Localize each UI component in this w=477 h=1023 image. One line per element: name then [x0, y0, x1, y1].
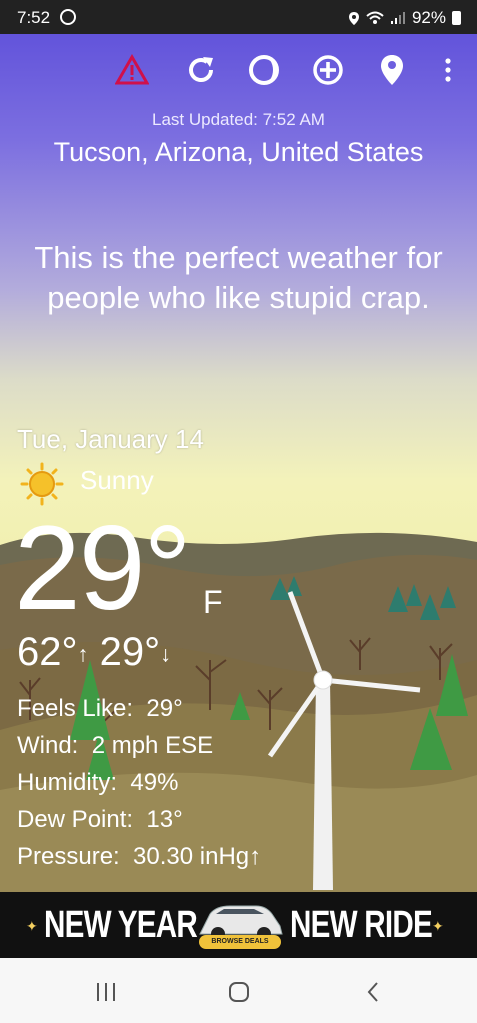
detail-value: 30.30 inHg↑: [133, 843, 262, 870]
map-pin-icon[interactable]: [374, 52, 410, 88]
dew-point-row: Dew Point: 13°: [17, 801, 261, 838]
location-title: Tucson, Arizona, United States: [53, 137, 424, 167]
alert-icon[interactable]: [114, 52, 150, 88]
moon-phase-icon[interactable]: [246, 52, 282, 88]
high-low: 62°↑ 29°↓: [17, 630, 171, 675]
sparkle-icon: ✦: [432, 918, 444, 934]
detail-label: Dew Point:: [17, 806, 134, 833]
current-temperature: 29°: [14, 501, 191, 635]
more-vert-icon[interactable]: [430, 52, 466, 88]
condition-label: Sunny: [80, 465, 154, 495]
detail-label: Humidity:: [17, 769, 118, 796]
sparkle-icon: ✦: [26, 918, 38, 934]
humidity-row: Humidity: 49%: [17, 764, 261, 801]
signal-icon: [390, 12, 405, 24]
feels-like-row: Feels Like: 29°: [17, 690, 261, 727]
high-temp: 62°: [17, 630, 78, 674]
weather-screen: Last Updated: 7:52 AM Tucson, Arizona, U…: [0, 0, 477, 958]
back-icon[interactable]: [353, 978, 393, 1006]
detail-value: 49%: [130, 769, 179, 796]
weather-quip: This is the perfect weather for people w…: [34, 240, 443, 315]
detail-label: Feels Like:: [17, 695, 134, 722]
pressure-row: Pressure: 30.30 inHg↑: [17, 838, 261, 875]
ad-right-text: NEW RIDE: [290, 904, 433, 946]
temperature-unit: F: [203, 584, 223, 620]
high-arrow: ↑: [77, 641, 89, 667]
banner-ad[interactable]: ✦ NEW YEAR BROWSE DEALS NEW RIDE ✦: [0, 892, 477, 958]
battery-percent: 92%: [411, 8, 446, 27]
status-icons: 92%: [348, 8, 461, 28]
status-bar: 7:52 92%: [0, 0, 477, 34]
forecast-date: Tue, January 14: [17, 424, 204, 454]
last-updated: Last Updated: 7:52 AM: [152, 110, 325, 129]
low-temp: 29°: [99, 630, 161, 674]
location-icon: [348, 11, 359, 25]
detail-value: 13°: [146, 806, 183, 833]
weather-details: Feels Like: 29° Wind: 2 mph ESE Humidity…: [17, 690, 261, 875]
ad-left-text: NEW YEAR: [44, 904, 198, 946]
low-arrow: ↓: [160, 641, 172, 667]
recent-apps-icon[interactable]: [86, 978, 126, 1006]
browse-deals-button[interactable]: BROWSE DEALS: [199, 935, 281, 949]
detail-label: Wind:: [17, 732, 79, 759]
toolbar: [0, 52, 477, 92]
system-nav-bar: [0, 958, 477, 1023]
battery-icon: [452, 11, 461, 25]
sync-icon: [60, 9, 76, 25]
refresh-icon[interactable]: [183, 52, 219, 88]
wind-row: Wind: 2 mph ESE: [17, 727, 261, 764]
clock: 7:52: [17, 8, 51, 27]
wifi-icon: [366, 11, 384, 24]
add-location-icon[interactable]: [310, 52, 346, 88]
detail-value: 29°: [146, 695, 183, 722]
detail-label: Pressure:: [17, 843, 120, 870]
detail-value: 2 mph ESE: [91, 732, 214, 759]
home-icon[interactable]: [219, 978, 259, 1006]
